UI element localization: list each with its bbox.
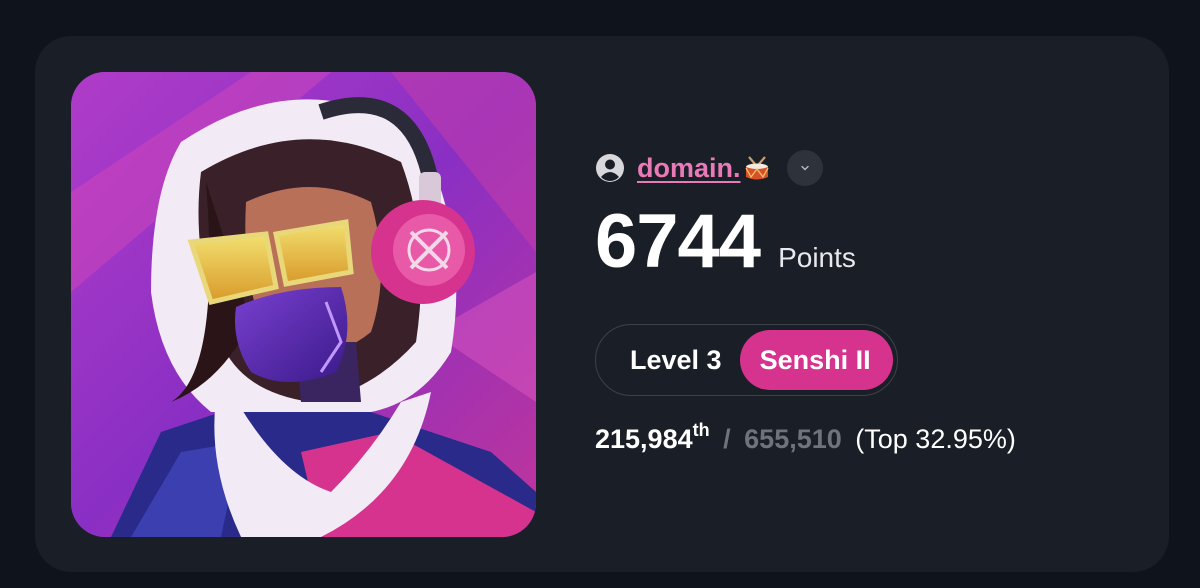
drum-icon	[743, 155, 771, 183]
profile-info: domain. 6744 Points Level 3 Senshi II 21…	[595, 148, 1016, 455]
username-text: domain.	[637, 152, 741, 183]
rank-top-percent: (Top 32.95%)	[855, 424, 1016, 454]
rank-total: 655,510	[744, 424, 842, 454]
user-circle-icon	[595, 153, 625, 183]
level-label: Level 3	[630, 344, 722, 375]
rank-badge: Senshi II	[739, 330, 893, 390]
level-pill: Level 3 Senshi II	[595, 324, 898, 396]
points-row: 6744 Points	[595, 202, 1016, 282]
avatar	[71, 72, 536, 537]
chevron-down-icon	[800, 165, 809, 171]
rank-position-suffix: th	[692, 420, 710, 440]
username-link[interactable]: domain.	[637, 153, 771, 184]
username-row: domain.	[595, 148, 1016, 188]
rank-separator: /	[723, 424, 731, 454]
points-label: Points	[778, 242, 856, 273]
rank-position: 215,984	[595, 424, 693, 454]
profile-card: domain. 6744 Points Level 3 Senshi II 21…	[35, 36, 1169, 572]
leaderboard-rank: 215,984th / 655,510 (Top 32.95%)	[595, 420, 1016, 455]
profile-dropdown-button[interactable]	[786, 150, 823, 186]
points-value: 6744	[595, 199, 761, 284]
